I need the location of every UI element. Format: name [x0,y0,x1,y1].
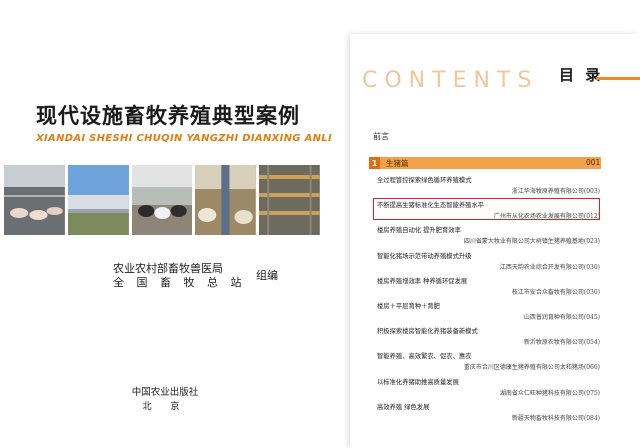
entry-org: 枝江市安合众畜牧有限公司(036) [511,288,600,296]
list-item[interactable]: 楼房养殖自动化 提升肥育效率 四川省蒙大牧业有限公司大树镇生猪养殖基地(023) [350,225,640,250]
section-number: 1 [369,157,380,169]
entry-org: 浙江华海牧原养殖有限公司(003) [511,188,600,195]
entry-title: 楼房养殖自动化 提升肥育效率 [377,227,461,235]
author-name: 全 国 畜 牧 总 站 [113,276,246,289]
list-item[interactable]: 高效养殖 绿色发展 新疆天物畜牧科技有限公司(084) [350,402,640,427]
poultry-cage-photo [259,165,320,235]
entry-title: 智能养殖、高效繁农、促农、惠农 [377,353,472,361]
entry-org: 重庆市合川区德康生猪养殖有限公司太和猪场(066) [463,364,600,372]
author-name: 农业农村部畜牧兽医局 [113,262,223,275]
cattle-barn-photo [131,165,193,235]
preface-entry[interactable]: 前言 [373,131,389,142]
entry-title: 楼房养殖增效率 种养循环促发展 [377,277,468,285]
author-role: 组编 [255,269,278,282]
entry-org: 山西普润育种有限公司(045) [523,313,600,321]
sheep-barn-photo [195,165,257,235]
section-label: 生猪篇 [386,158,409,168]
list-item[interactable]: 以标准化养猪助推高质量发展 湖南省众仁旺种猪科技有限公司(075) [350,377,640,402]
barn-exterior-photo [67,165,129,235]
entry-org: 新沂牧原农牧有限公司(054) [523,339,600,347]
entry-title: 楼房＋平层育种＋育肥 [377,302,440,310]
heading-rule [596,77,640,80]
book-title: 现代设施畜牧养殖典型案例 [36,104,300,128]
list-item[interactable]: 智能化猪场示范带动养殖模式升级 江西天韵农业综合开发有限公司(030) [350,251,640,276]
entry-title: 积极探索楼房智能化养猪装备新模式 [377,328,478,336]
entry-org: 湖南省众仁旺种猪科技有限公司(075) [499,389,600,397]
list-item[interactable]: 积极探索楼房智能化养猪装备新模式 新沂牧原农牧有限公司(054) [350,326,640,351]
contents-heading-en: CONTENTS [362,68,539,93]
entry-org: 四川省蒙大牧业有限公司大树镇生猪养殖基地(023) [463,238,600,246]
section-header[interactable]: 1 生猪篇 [369,157,601,169]
list-item[interactable]: 智能养殖、高效繁农、促农、惠农 重庆市合川区德康生猪养殖有限公司太和猪场(066… [350,351,640,376]
author-block: 农业农村部畜牧兽医局 全 国 畜 牧 总 站 组编 [113,262,278,290]
cover-photo-strip [4,165,320,235]
highlight-box [373,198,600,220]
contents-page: CONTENTS 目 录 前言 1 生猪篇 001 全过程管控探索绿色循环养殖模… [350,34,640,448]
section-page-number: 001 [586,158,601,167]
publisher-city: 北 京 [142,402,188,412]
entry-title: 智能化猪场示范带动养殖模式升级 [377,252,472,260]
entry-title: 高效养殖 绿色发展 [377,403,430,411]
contents-heading-cn: 目 录 [559,66,604,84]
book-title-pinyin: XIANDAI SHESHI CHUQIN YANGZHI DIANXING A… [36,133,333,144]
entry-org: 新疆天物畜牧科技有限公司(084) [511,414,600,422]
list-item[interactable]: 全过程管控探索绿色循环养殖模式 浙江华海牧原养殖有限公司(003) [350,175,640,200]
book-cover: 现代设施畜牧养殖典型案例 XIANDAI SHESHI CHUQIN YANGZ… [0,0,333,448]
list-item[interactable]: 楼房养殖增效率 种养循环促发展 枝江市安合众畜牧有限公司(036) [350,276,640,301]
pig-pen-photo [4,165,65,235]
entry-title: 以标准化养猪助推高质量发展 [377,378,459,386]
entry-org: 江西天韵农业综合开发有限公司(030) [499,263,600,271]
list-item[interactable]: 楼房＋平层育种＋育肥 山西普润育种有限公司(045) [350,301,640,326]
publisher-name: 中国农业出版社 [131,387,199,398]
entry-title: 全过程管控探索绿色循环养殖模式 [377,177,472,184]
